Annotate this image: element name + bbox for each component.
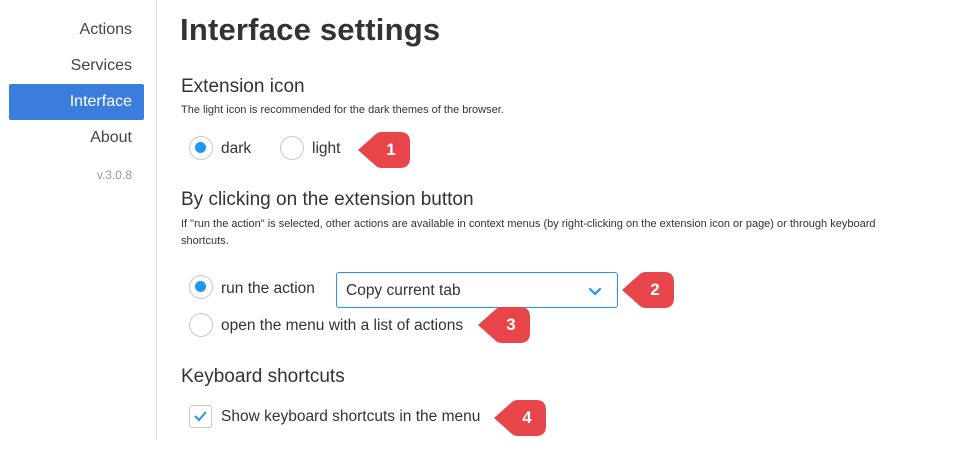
sidebar: Actions Services Interface About v.3.0.8	[0, 0, 157, 440]
callout-1-number: 1	[386, 140, 396, 159]
radio-run-action-label[interactable]: run the action	[221, 280, 315, 298]
callout-3: 3	[476, 306, 532, 344]
extension-icon-description: The light icon is recommended for the da…	[181, 104, 504, 116]
radio-light-label[interactable]: light	[312, 140, 340, 158]
radio-open-menu-label[interactable]: open the menu with a list of actions	[221, 317, 463, 335]
chevron-down-icon	[588, 287, 602, 296]
sidebar-item-services[interactable]: Services	[9, 48, 144, 84]
radio-dark[interactable]	[189, 136, 213, 160]
sidebar-item-actions[interactable]: Actions	[9, 12, 144, 48]
radio-dark-label[interactable]: dark	[221, 140, 251, 158]
action-select-value: Copy current tab	[346, 282, 461, 299]
page-title: Interface settings	[180, 12, 441, 47]
sidebar-item-interface[interactable]: Interface	[9, 84, 144, 120]
keyboard-shortcuts-heading: Keyboard shortcuts	[181, 366, 345, 387]
callout-4-number: 4	[522, 408, 532, 427]
version-label: v.3.0.8	[96, 168, 132, 182]
radio-run-action[interactable]	[189, 275, 213, 299]
keyboard-shortcuts-label[interactable]: Show keyboard shortcuts in the menu	[221, 408, 480, 426]
sidebar-item-about[interactable]: About	[9, 120, 144, 156]
callout-4: 4	[492, 399, 548, 437]
click-behavior-description-cont: shortcuts.	[181, 235, 229, 247]
radio-open-menu[interactable]	[189, 313, 213, 337]
click-behavior-description: If "run the action" is selected, other a…	[181, 218, 876, 230]
callout-1: 1	[356, 131, 412, 169]
checkmark-icon	[194, 411, 207, 421]
radio-light[interactable]	[280, 136, 304, 160]
action-select[interactable]: Copy current tab	[336, 272, 618, 308]
callout-3-number: 3	[506, 315, 516, 334]
callout-2: 2	[620, 271, 676, 309]
keyboard-shortcuts-checkbox[interactable]	[189, 405, 212, 428]
extension-icon-heading: Extension icon	[181, 76, 305, 97]
callout-2-number: 2	[650, 280, 660, 299]
click-behavior-heading: By clicking on the extension button	[181, 189, 474, 210]
